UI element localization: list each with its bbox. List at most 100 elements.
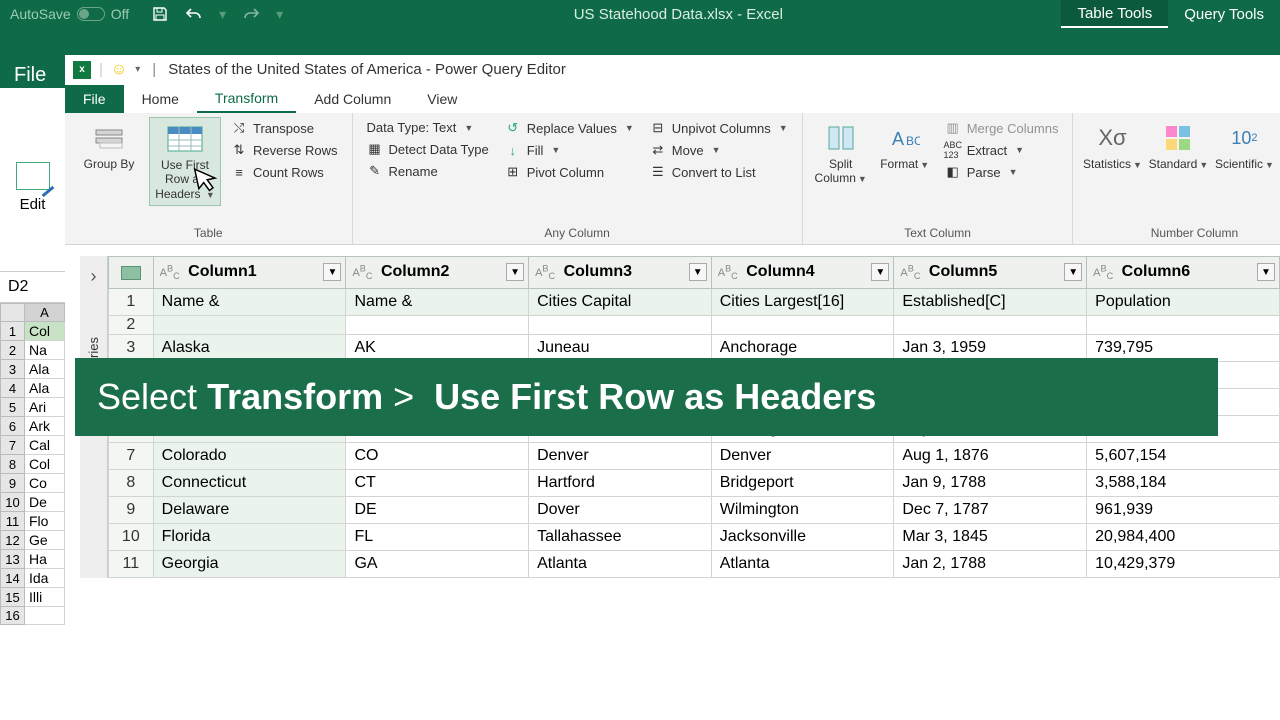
cell[interactable] xyxy=(529,316,712,335)
cell[interactable] xyxy=(153,316,346,335)
cell[interactable]: 5,607,154 xyxy=(1087,443,1280,470)
autosave-toggle[interactable]: AutoSave Off xyxy=(0,6,139,22)
data-type-button[interactable]: Data Type: Text▼ xyxy=(365,119,491,136)
cell[interactable]: Delaware xyxy=(153,497,346,524)
column-header-3[interactable]: ABC Column3▼ xyxy=(529,257,712,289)
row-number[interactable]: 1 xyxy=(109,289,154,316)
group-by-button[interactable]: Group By xyxy=(73,117,145,175)
tab-table-tools[interactable]: Table Tools xyxy=(1061,0,1168,28)
cell[interactable]: DE xyxy=(346,497,529,524)
reverse-rows-button[interactable]: ⇅Reverse Rows xyxy=(229,141,340,159)
cell[interactable]: Denver xyxy=(711,443,894,470)
pivot-column-button[interactable]: ⊞Pivot Column xyxy=(503,163,636,181)
cell[interactable]: Wilmington xyxy=(711,497,894,524)
cell[interactable] xyxy=(894,316,1087,335)
cell[interactable]: Jan 2, 1788 xyxy=(894,551,1087,578)
redo-icon[interactable] xyxy=(242,5,260,23)
dropdown-icon[interactable]: ▾ xyxy=(135,64,140,75)
cell[interactable]: Georgia xyxy=(153,551,346,578)
cell[interactable]: Colorado xyxy=(153,443,346,470)
cell[interactable] xyxy=(711,316,894,335)
row-number[interactable]: 10 xyxy=(109,524,154,551)
cell[interactable]: Jan 9, 1788 xyxy=(894,470,1087,497)
table-row[interactable]: 7ColoradoCODenverDenverAug 1, 18765,607,… xyxy=(109,443,1280,470)
cell[interactable]: Connecticut xyxy=(153,470,346,497)
cell[interactable]: Atlanta xyxy=(529,551,712,578)
tab-query-tools[interactable]: Query Tools xyxy=(1168,0,1280,28)
cell[interactable]: Aug 1, 1876 xyxy=(894,443,1087,470)
scientific-button[interactable]: 102 Scientific▼ xyxy=(1213,117,1275,175)
fill-button[interactable]: ↓Fill▼ xyxy=(503,141,636,159)
format-button[interactable]: ABC Format▼ xyxy=(875,117,935,175)
use-first-row-as-headers-button[interactable]: Use First Row as Headers ▼ xyxy=(149,117,221,206)
standard-button[interactable]: Standard▼ xyxy=(1147,117,1209,175)
table-row[interactable]: 8ConnecticutCTHartfordBridgeportJan 9, 1… xyxy=(109,470,1280,497)
extract-button[interactable]: ABC123Extract▼ xyxy=(943,141,1061,159)
split-column-button[interactable]: Split Column▼ xyxy=(811,117,871,190)
cell[interactable]: Atlanta xyxy=(711,551,894,578)
filter-dropdown-icon[interactable]: ▼ xyxy=(689,263,707,281)
filter-dropdown-icon[interactable]: ▼ xyxy=(871,263,889,281)
cell[interactable]: FL xyxy=(346,524,529,551)
filter-dropdown-icon[interactable]: ▼ xyxy=(506,263,524,281)
pq-tab-file[interactable]: File xyxy=(65,85,124,113)
parse-button[interactable]: ◧Parse▼ xyxy=(943,163,1061,181)
cell[interactable]: Hartford xyxy=(529,470,712,497)
table-row[interactable]: 11GeorgiaGAAtlantaAtlantaJan 2, 178810,4… xyxy=(109,551,1280,578)
column-header-2[interactable]: ABC Column2▼ xyxy=(346,257,529,289)
column-header[interactable]: A xyxy=(25,304,65,322)
cell[interactable]: 20,984,400 xyxy=(1087,524,1280,551)
cell[interactable]: Cities Capital xyxy=(529,289,712,316)
cell[interactable]: Dec 7, 1787 xyxy=(894,497,1087,524)
cell[interactable]: Name & xyxy=(153,289,346,316)
pq-tab-transform[interactable]: Transform xyxy=(197,85,296,113)
cell[interactable]: Florida xyxy=(153,524,346,551)
pq-tab-home[interactable]: Home xyxy=(124,85,197,113)
table-row[interactable]: 10FloridaFLTallahasseeJacksonvilleMar 3,… xyxy=(109,524,1280,551)
cell[interactable]: 3,588,184 xyxy=(1087,470,1280,497)
cell[interactable]: CO xyxy=(346,443,529,470)
row-number[interactable]: 11 xyxy=(109,551,154,578)
cell[interactable]: GA xyxy=(346,551,529,578)
transpose-button[interactable]: ⤭Transpose xyxy=(229,119,340,137)
count-rows-button[interactable]: ≡Count Rows xyxy=(229,163,340,181)
cell[interactable]: Name & xyxy=(346,289,529,316)
cell[interactable]: Bridgeport xyxy=(711,470,894,497)
cell[interactable]: Mar 3, 1845 xyxy=(894,524,1087,551)
column-header-4[interactable]: ABC Column4▼ xyxy=(711,257,894,289)
undo-icon[interactable] xyxy=(185,5,203,23)
qat-dropdown-icon[interactable]: ▾ xyxy=(276,6,283,23)
cell[interactable]: Established[C] xyxy=(894,289,1087,316)
cell[interactable]: Denver xyxy=(529,443,712,470)
row-number[interactable]: 2 xyxy=(109,316,154,335)
table-row[interactable]: 9DelawareDEDoverWilmingtonDec 7, 1787961… xyxy=(109,497,1280,524)
cell[interactable] xyxy=(346,316,529,335)
select-all-corner[interactable] xyxy=(109,257,154,289)
statistics-button[interactable]: Χσ Statistics▼ xyxy=(1081,117,1143,175)
replace-values-button[interactable]: ↺Replace Values▼ xyxy=(503,119,636,137)
cell[interactable]: Population xyxy=(1087,289,1280,316)
cell[interactable]: Cities Largest[16] xyxy=(711,289,894,316)
name-box[interactable]: D2 xyxy=(0,271,65,303)
cell[interactable]: Tallahassee xyxy=(529,524,712,551)
pq-tab-view[interactable]: View xyxy=(409,85,475,113)
column-header-6[interactable]: ABC Column6▼ xyxy=(1087,257,1280,289)
filter-dropdown-icon[interactable]: ▼ xyxy=(323,263,341,281)
edit-label[interactable]: Edit xyxy=(0,196,65,213)
row-number[interactable]: 7 xyxy=(109,443,154,470)
cell[interactable] xyxy=(1087,316,1280,335)
row-number[interactable]: 9 xyxy=(109,497,154,524)
column-header-5[interactable]: ABC Column5▼ xyxy=(894,257,1087,289)
move-button[interactable]: ⇄Move▼ xyxy=(648,141,790,159)
merge-columns-button[interactable]: ▥Merge Columns xyxy=(943,119,1061,137)
filter-dropdown-icon[interactable]: ▼ xyxy=(1064,263,1082,281)
save-icon[interactable] xyxy=(151,5,169,23)
convert-to-list-button[interactable]: ☰Convert to List xyxy=(648,163,790,181)
detect-data-type-button[interactable]: ▦Detect Data Type xyxy=(365,140,491,158)
cell[interactable]: Jacksonville xyxy=(711,524,894,551)
table-row[interactable]: 2 xyxy=(109,316,1280,335)
column-header-1[interactable]: ABC Column1▼ xyxy=(153,257,346,289)
feedback-icon[interactable]: ☺ xyxy=(111,61,127,79)
cell[interactable]: CT xyxy=(346,470,529,497)
rename-button[interactable]: ✎Rename xyxy=(365,162,491,180)
